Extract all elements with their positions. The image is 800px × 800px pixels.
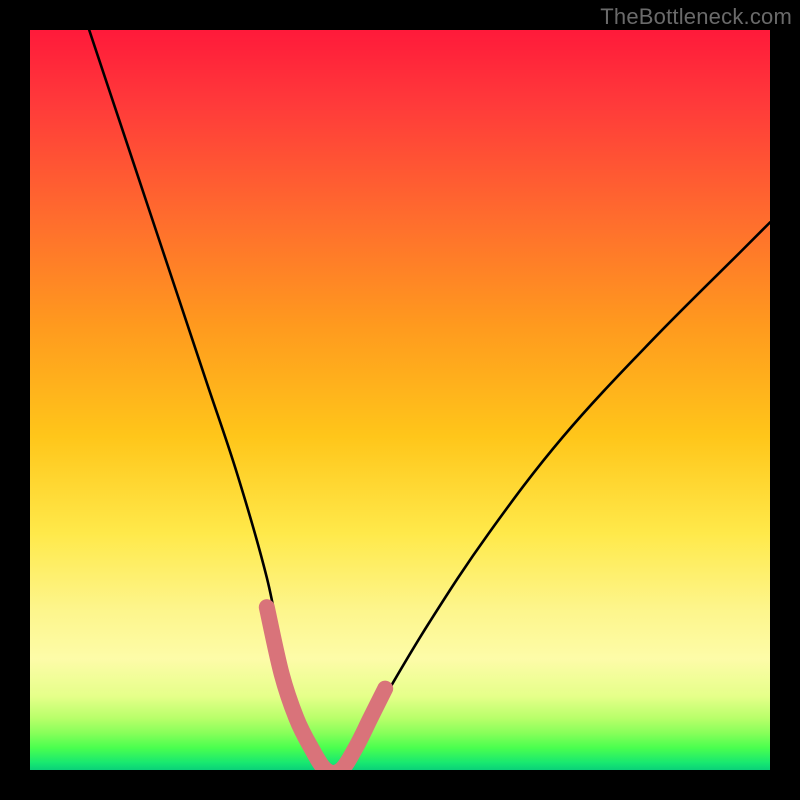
chart-frame: TheBottleneck.com: [0, 0, 800, 800]
watermark-text: TheBottleneck.com: [600, 4, 792, 30]
chart-svg: [30, 30, 770, 770]
optimal-zone-highlight-path: [267, 607, 385, 770]
bottleneck-curve-path: [89, 30, 770, 770]
plot-area: [30, 30, 770, 770]
